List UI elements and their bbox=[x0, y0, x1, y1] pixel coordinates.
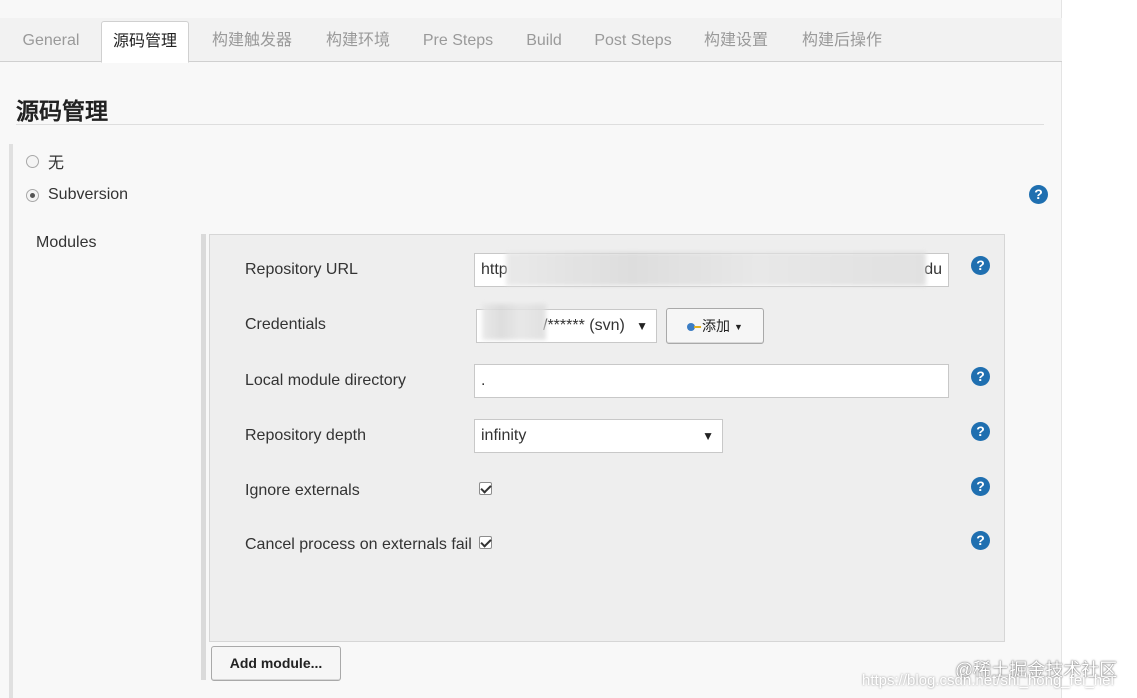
add-credentials-button[interactable]: 添加 ▼ bbox=[666, 308, 764, 344]
local-module-directory-value: . bbox=[481, 372, 486, 389]
repository-depth-selected-value: infinity bbox=[481, 427, 527, 444]
redacted-url-blur bbox=[506, 252, 926, 286]
scm-option-none-label: 无 bbox=[48, 155, 65, 172]
config-tab-bar: General 源码管理 构建触发器 构建环境 Pre Steps Build … bbox=[0, 18, 1062, 63]
job-config-page: General 源码管理 构建触发器 构建环境 Pre Steps Build … bbox=[0, 0, 1062, 698]
key-icon bbox=[687, 323, 702, 332]
repository-url-help-icon[interactable]: ? bbox=[971, 256, 990, 275]
cancel-process-label: Cancel process on externals fail bbox=[245, 536, 472, 553]
scm-option-none[interactable]: 无 bbox=[26, 150, 64, 172]
section-left-bar bbox=[9, 144, 13, 698]
ignore-externals-label: Ignore externals bbox=[245, 482, 360, 499]
redacted-credentials-blur bbox=[482, 304, 546, 340]
repository-depth-select[interactable]: infinity ▼ bbox=[474, 419, 723, 453]
repository-url-label: Repository URL bbox=[245, 261, 358, 278]
dropdown-arrow-icon: ▼ bbox=[702, 429, 714, 443]
section-divider bbox=[16, 124, 1044, 125]
tab-post-steps[interactable]: Post Steps bbox=[586, 21, 680, 62]
scm-option-subversion-label: Subversion bbox=[48, 186, 129, 203]
repository-depth-help-icon[interactable]: ? bbox=[971, 422, 990, 441]
ignore-externals-checkbox[interactable] bbox=[479, 482, 492, 495]
tab-build[interactable]: Build bbox=[514, 21, 574, 62]
dropdown-arrow-icon: ▼ bbox=[636, 319, 648, 333]
radio-button-checked[interactable] bbox=[26, 188, 39, 202]
tab-build-triggers[interactable]: 构建触发器 bbox=[200, 21, 304, 62]
scm-option-subversion[interactable]: Subversion bbox=[26, 184, 128, 206]
cancel-process-help-icon[interactable]: ? bbox=[971, 531, 990, 550]
add-credentials-label: 添加 bbox=[702, 318, 731, 334]
tab-pre-steps[interactable]: Pre Steps bbox=[414, 21, 502, 62]
local-module-directory-input[interactable]: . bbox=[474, 364, 949, 398]
radio-button[interactable] bbox=[26, 154, 39, 168]
add-module-button[interactable]: Add module... bbox=[211, 646, 341, 681]
modules-label: Modules bbox=[36, 234, 97, 251]
subversion-help-icon[interactable]: ? bbox=[1029, 185, 1048, 204]
caret-down-icon: ▼ bbox=[734, 322, 743, 333]
local-module-directory-help-icon[interactable]: ? bbox=[971, 367, 990, 386]
cancel-process-checkbox[interactable] bbox=[479, 536, 492, 549]
ignore-externals-help-icon[interactable]: ? bbox=[971, 477, 990, 496]
repository-depth-label: Repository depth bbox=[245, 427, 366, 444]
watermark-line-2: https://blog.csdn.net/shi_hong_fei_hei bbox=[862, 672, 1114, 689]
credentials-selected-value: /****** (svn) bbox=[543, 317, 625, 334]
credentials-label: Credentials bbox=[245, 316, 326, 333]
modules-left-bar bbox=[201, 234, 206, 680]
repository-url-value-end: du bbox=[924, 261, 942, 278]
tab-general[interactable]: General bbox=[12, 21, 90, 62]
repository-url-value-start: http bbox=[481, 261, 508, 278]
tab-build-settings[interactable]: 构建设置 bbox=[692, 21, 780, 62]
local-module-directory-label: Local module directory bbox=[245, 372, 406, 389]
tab-post-build-actions[interactable]: 构建后操作 bbox=[790, 21, 894, 62]
section-title: 源码管理 bbox=[16, 98, 108, 124]
tab-source-code-management[interactable]: 源码管理 bbox=[101, 21, 189, 63]
tab-build-environment[interactable]: 构建环境 bbox=[314, 21, 402, 62]
